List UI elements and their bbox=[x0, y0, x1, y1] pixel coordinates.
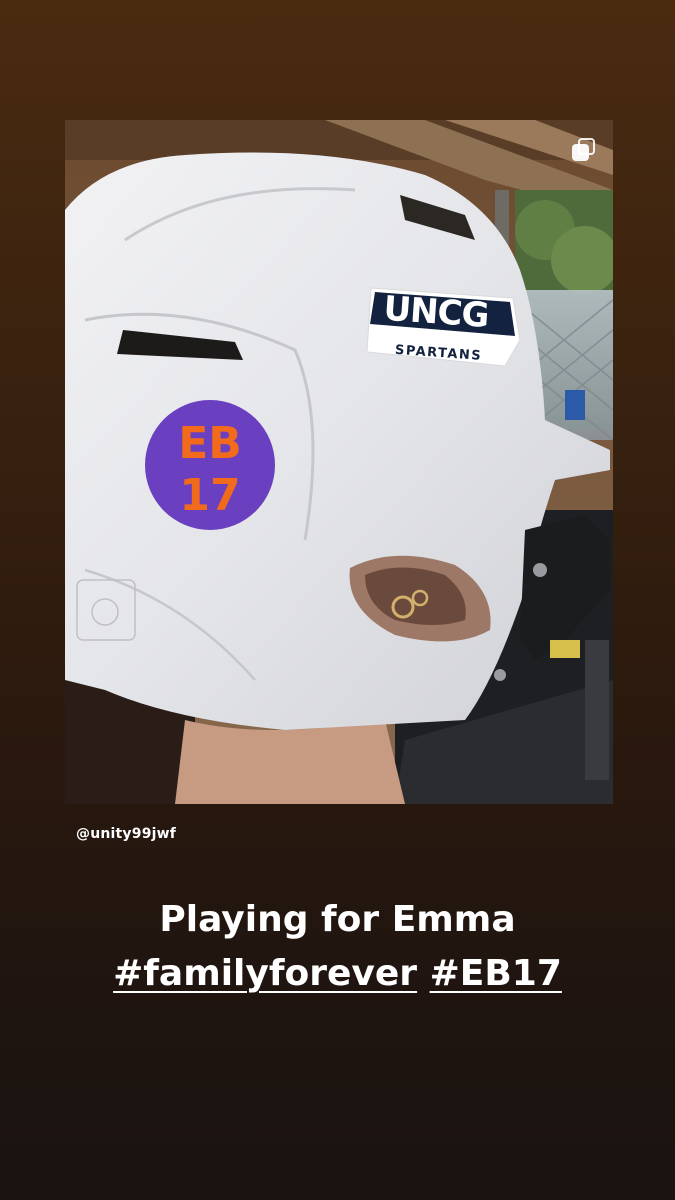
hashtag-eb17[interactable]: #EB17 bbox=[430, 953, 562, 994]
uncg-logo: UNCG SPARTANS bbox=[366, 287, 521, 367]
sticker-line1: EB bbox=[178, 418, 242, 469]
credit-username[interactable]: @unity99jwf bbox=[76, 826, 176, 842]
eb17-sticker: EB 17 bbox=[145, 400, 275, 530]
story-caption: Playing for Emma #familyforever #EB17 bbox=[0, 893, 675, 1001]
caption-hashtags: #familyforever #EB17 bbox=[0, 947, 675, 1001]
story-photo[interactable]: UNCG SPARTANS EB 17 bbox=[65, 120, 613, 804]
caption-line1: Playing for Emma bbox=[159, 899, 516, 940]
uncg-wordmark: UNCG bbox=[382, 289, 489, 336]
carousel-stack-icon bbox=[570, 136, 598, 162]
hashtag-familyforever[interactable]: #familyforever bbox=[113, 953, 417, 994]
sticker-line2: 17 bbox=[179, 470, 240, 521]
helmet-photo-illustration: UNCG SPARTANS EB 17 bbox=[65, 120, 613, 804]
